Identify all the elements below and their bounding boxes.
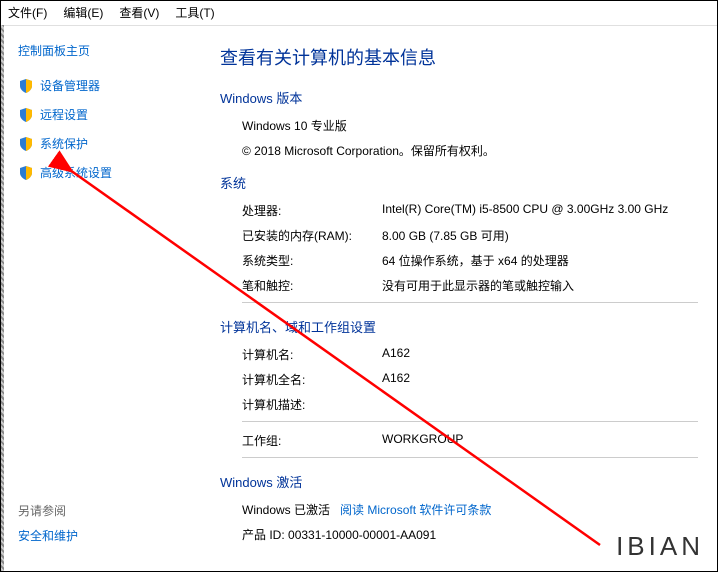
computer-name-section: 计算机名、域和工作组设置 计算机名: A162 计算机全名: A162 计算机描… bbox=[220, 317, 698, 458]
menu-view[interactable]: 查看(V) bbox=[119, 4, 159, 21]
computer-name-value: A162 bbox=[382, 346, 698, 363]
menu-file[interactable]: 文件(F) bbox=[8, 4, 47, 21]
divider bbox=[242, 302, 698, 303]
divider bbox=[242, 457, 698, 458]
control-panel-home-link[interactable]: 控制面板主页 bbox=[18, 42, 200, 59]
system-section: 系统 处理器: Intel(R) Core(TM) i5-8500 CPU @ … bbox=[220, 173, 698, 303]
section-title: 计算机名、域和工作组设置 bbox=[220, 317, 698, 336]
menu-bar: 文件(F) 编辑(E) 查看(V) 工具(T) bbox=[0, 0, 718, 26]
menu-tools[interactable]: 工具(T) bbox=[175, 4, 214, 21]
sidebar-item-remote-settings[interactable]: 远程设置 bbox=[18, 106, 200, 123]
shield-icon bbox=[18, 165, 34, 181]
sidebar-item-advanced-system-settings[interactable]: 高级系统设置 bbox=[18, 164, 200, 181]
activation-status-text: Windows 已激活 bbox=[242, 503, 330, 517]
sidebar-item-system-protection[interactable]: 系统保护 bbox=[18, 135, 200, 152]
shield-icon bbox=[18, 78, 34, 94]
section-title: Windows 版本 bbox=[220, 88, 698, 107]
sidebar-item-label: 高级系统设置 bbox=[40, 164, 112, 181]
table-row: 计算机名: A162 bbox=[242, 346, 698, 363]
watermark: IBIAN bbox=[616, 531, 704, 562]
security-maintenance-link[interactable]: 安全和维护 bbox=[18, 527, 200, 544]
shield-icon bbox=[18, 107, 34, 123]
window-edge bbox=[0, 25, 4, 572]
sidebar-item-label: 系统保护 bbox=[40, 135, 88, 152]
page-title: 查看有关计算机的基本信息 bbox=[220, 44, 698, 70]
main-panel: 查看有关计算机的基本信息 Windows 版本 Windows 10 专业版 ©… bbox=[200, 26, 718, 572]
computer-description-value bbox=[382, 396, 698, 413]
section-title: 系统 bbox=[220, 173, 698, 192]
table-row: 计算机描述: bbox=[242, 396, 698, 413]
pen-touch-value: 没有可用于此显示器的笔或触控输入 bbox=[382, 277, 698, 294]
workgroup-value: WORKGROUP bbox=[382, 432, 698, 449]
divider bbox=[242, 421, 698, 422]
see-also-label: 另请参阅 bbox=[18, 502, 200, 519]
full-computer-name-label: 计算机全名: bbox=[242, 371, 382, 388]
processor-value: Intel(R) Core(TM) i5-8500 CPU @ 3.00GHz … bbox=[382, 202, 698, 219]
full-computer-name-value: A162 bbox=[382, 371, 698, 388]
activation-status-row: Windows 已激活 阅读 Microsoft 软件许可条款 bbox=[242, 501, 698, 518]
sidebar-item-label: 远程设置 bbox=[40, 106, 88, 123]
windows-edition-section: Windows 版本 Windows 10 专业版 © 2018 Microso… bbox=[220, 88, 698, 159]
product-id-value: 00331-10000-00001-AA091 bbox=[288, 528, 436, 542]
computer-name-label: 计算机名: bbox=[242, 346, 382, 363]
computer-description-label: 计算机描述: bbox=[242, 396, 382, 413]
menu-edit[interactable]: 编辑(E) bbox=[63, 4, 103, 21]
pen-touch-label: 笔和触控: bbox=[242, 277, 382, 294]
ram-label: 已安装的内存(RAM): bbox=[242, 227, 382, 244]
system-type-label: 系统类型: bbox=[242, 252, 382, 269]
workgroup-label: 工作组: bbox=[242, 432, 382, 449]
sidebar-item-device-manager[interactable]: 设备管理器 bbox=[18, 77, 200, 94]
sidebar: 控制面板主页 设备管理器 远程设置 系统保护 高级系统设置 bbox=[0, 26, 200, 572]
system-type-value: 64 位操作系统，基于 x64 的处理器 bbox=[382, 252, 698, 269]
sidebar-item-label: 设备管理器 bbox=[40, 77, 100, 94]
edition-value: Windows 10 专业版 bbox=[242, 117, 698, 134]
section-title: Windows 激活 bbox=[220, 472, 698, 491]
table-row: 工作组: WORKGROUP bbox=[242, 432, 698, 449]
copyright-text: © 2018 Microsoft Corporation。保留所有权利。 bbox=[242, 142, 698, 159]
product-id-label: 产品 ID: bbox=[242, 528, 285, 542]
license-terms-link[interactable]: 阅读 Microsoft 软件许可条款 bbox=[340, 503, 491, 517]
table-row: 笔和触控: 没有可用于此显示器的笔或触控输入 bbox=[242, 277, 698, 294]
processor-label: 处理器: bbox=[242, 202, 382, 219]
ram-value: 8.00 GB (7.85 GB 可用) bbox=[382, 227, 698, 244]
shield-icon bbox=[18, 136, 34, 152]
table-row: 处理器: Intel(R) Core(TM) i5-8500 CPU @ 3.0… bbox=[242, 202, 698, 219]
table-row: 计算机全名: A162 bbox=[242, 371, 698, 388]
table-row: 系统类型: 64 位操作系统，基于 x64 的处理器 bbox=[242, 252, 698, 269]
table-row: 已安装的内存(RAM): 8.00 GB (7.85 GB 可用) bbox=[242, 227, 698, 244]
sidebar-footer: 另请参阅 安全和维护 bbox=[18, 502, 200, 556]
